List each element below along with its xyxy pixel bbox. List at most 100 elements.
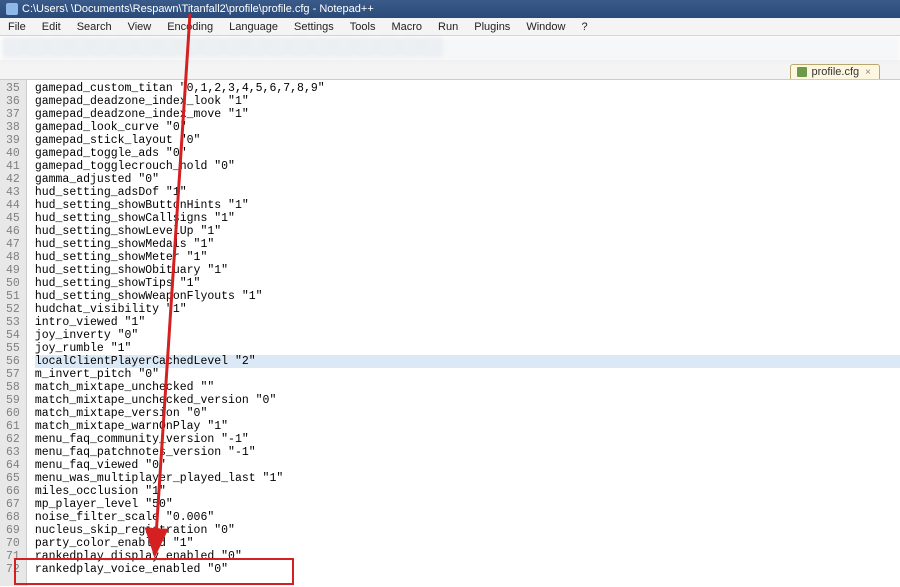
line-number: 44 bbox=[6, 199, 20, 212]
toolbar-button[interactable] bbox=[48, 38, 68, 56]
toolbar-button[interactable] bbox=[92, 38, 112, 56]
line-number: 43 bbox=[6, 186, 20, 199]
code-line[interactable]: gamepad_look_curve "0" bbox=[35, 121, 900, 134]
toolbar-button[interactable] bbox=[70, 38, 90, 56]
toolbar-button[interactable] bbox=[26, 38, 46, 56]
code-line[interactable]: hud_setting_showLevelUp "1" bbox=[35, 225, 900, 238]
menu-help[interactable]: ? bbox=[573, 18, 595, 35]
app-icon bbox=[6, 3, 18, 15]
menu-settings[interactable]: Settings bbox=[286, 18, 342, 35]
code-line[interactable]: nucleus_skip_registration "0" bbox=[35, 524, 900, 537]
line-number: 36 bbox=[6, 95, 20, 108]
menu-tools[interactable]: Tools bbox=[342, 18, 384, 35]
line-number: 47 bbox=[6, 238, 20, 251]
line-number: 65 bbox=[6, 472, 20, 485]
code-line[interactable]: gamepad_stick_layout "0" bbox=[35, 134, 900, 147]
menu-language[interactable]: Language bbox=[221, 18, 286, 35]
code-line[interactable]: hud_setting_showCallsigns "1" bbox=[35, 212, 900, 225]
code-line[interactable]: gamepad_deadzone_index_move "1" bbox=[35, 108, 900, 121]
code-line[interactable]: hud_setting_showMedals "1" bbox=[35, 238, 900, 251]
line-number: 39 bbox=[6, 134, 20, 147]
toolbar-button[interactable] bbox=[334, 38, 354, 56]
menu-file[interactable]: File bbox=[0, 18, 34, 35]
toolbar-button[interactable] bbox=[268, 38, 288, 56]
code-line[interactable]: gamepad_toggle_ads "0" bbox=[35, 147, 900, 160]
menu-encoding[interactable]: Encoding bbox=[159, 18, 221, 35]
toolbar-button[interactable] bbox=[202, 38, 222, 56]
line-number: 67 bbox=[6, 498, 20, 511]
line-number: 37 bbox=[6, 108, 20, 121]
close-icon[interactable]: × bbox=[863, 67, 873, 78]
code-line[interactable]: m_invert_pitch "0" bbox=[35, 368, 900, 381]
code-line[interactable]: gamma_adjusted "0" bbox=[35, 173, 900, 186]
menu-bar: File Edit Search View Encoding Language … bbox=[0, 18, 900, 36]
line-number: 71 bbox=[6, 550, 20, 563]
toolbar-button[interactable] bbox=[180, 38, 200, 56]
line-number: 54 bbox=[6, 329, 20, 342]
line-number: 72 bbox=[6, 563, 20, 576]
toolbar-button[interactable] bbox=[378, 38, 398, 56]
toolbar-button[interactable] bbox=[290, 38, 310, 56]
code-content[interactable]: gamepad_custom_titan "0,1,2,3,4,5,6,7,8,… bbox=[27, 80, 900, 586]
code-line[interactable]: match_mixtape_version "0" bbox=[35, 407, 900, 420]
code-line[interactable]: menu_faq_community_version "-1" bbox=[35, 433, 900, 446]
toolbar-button[interactable] bbox=[246, 38, 266, 56]
code-line[interactable]: joy_rumble "1" bbox=[35, 342, 900, 355]
code-line[interactable]: menu_faq_patchnotes_version "-1" bbox=[35, 446, 900, 459]
code-line[interactable]: miles_occlusion "1" bbox=[35, 485, 900, 498]
code-line[interactable]: intro_viewed "1" bbox=[35, 316, 900, 329]
code-line[interactable]: gamepad_togglecrouch_hold "0" bbox=[35, 160, 900, 173]
code-line[interactable]: hudchat_visibility "1" bbox=[35, 303, 900, 316]
code-line[interactable]: hud_setting_adsDof "1" bbox=[35, 186, 900, 199]
menu-plugins[interactable]: Plugins bbox=[466, 18, 518, 35]
code-line[interactable]: hud_setting_showWeaponFlyouts "1" bbox=[35, 290, 900, 303]
menu-run[interactable]: Run bbox=[430, 18, 466, 35]
line-number: 40 bbox=[6, 147, 20, 160]
line-number: 51 bbox=[6, 290, 20, 303]
title-bar: C:\Users\ \Documents\Respawn\Titanfall2\… bbox=[0, 0, 900, 18]
toolbar-button[interactable] bbox=[400, 38, 420, 56]
menu-edit[interactable]: Edit bbox=[34, 18, 69, 35]
toolbar-button[interactable] bbox=[4, 38, 24, 56]
code-line[interactable]: rankedplay_display_enabled "0" bbox=[35, 550, 900, 563]
code-line[interactable]: hud_setting_showMeter "1" bbox=[35, 251, 900, 264]
toolbar-button[interactable] bbox=[422, 38, 442, 56]
toolbar-button[interactable] bbox=[312, 38, 332, 56]
line-number: 49 bbox=[6, 264, 20, 277]
toolbar-button[interactable] bbox=[158, 38, 178, 56]
editor-area[interactable]: 3536373839404142434445464748495051525354… bbox=[0, 80, 900, 586]
code-line[interactable]: hud_setting_showButtonHints "1" bbox=[35, 199, 900, 212]
code-line[interactable]: menu_faq_viewed "0" bbox=[35, 459, 900, 472]
code-line[interactable]: noise_filter_scale "0.006" bbox=[35, 511, 900, 524]
code-line[interactable]: gamepad_deadzone_index_look "1" bbox=[35, 95, 900, 108]
menu-search[interactable]: Search bbox=[69, 18, 120, 35]
menu-macro[interactable]: Macro bbox=[383, 18, 430, 35]
tab-profile-cfg[interactable]: profile.cfg × bbox=[790, 64, 880, 79]
code-line[interactable]: match_mixtape_unchecked "" bbox=[35, 381, 900, 394]
code-line[interactable]: mp_player_level "50" bbox=[35, 498, 900, 511]
window-title: C:\Users\ \Documents\Respawn\Titanfall2\… bbox=[22, 0, 374, 18]
line-number: 69 bbox=[6, 524, 20, 537]
tab-bar: profile.cfg × bbox=[0, 60, 900, 80]
line-number: 35 bbox=[6, 82, 20, 95]
menu-window[interactable]: Window bbox=[518, 18, 573, 35]
code-line[interactable]: hud_setting_showObituary "1" bbox=[35, 264, 900, 277]
toolbar-button[interactable] bbox=[114, 38, 134, 56]
line-number: 41 bbox=[6, 160, 20, 173]
code-line[interactable]: rankedplay_voice_enabled "0" bbox=[35, 563, 900, 576]
code-line[interactable]: localClientPlayerCachedLevel "2" bbox=[35, 355, 900, 368]
line-number: 56 bbox=[6, 355, 20, 368]
toolbar-button[interactable] bbox=[136, 38, 156, 56]
code-line[interactable]: match_mixtape_unchecked_version "0" bbox=[35, 394, 900, 407]
code-line[interactable]: menu_was_multiplayer_played_last "1" bbox=[35, 472, 900, 485]
code-line[interactable]: gamepad_custom_titan "0,1,2,3,4,5,6,7,8,… bbox=[35, 82, 900, 95]
code-line[interactable]: joy_inverty "0" bbox=[35, 329, 900, 342]
menu-view[interactable]: View bbox=[120, 18, 160, 35]
code-line[interactable]: match_mixtape_warnOnPlay "1" bbox=[35, 420, 900, 433]
line-number-gutter: 3536373839404142434445464748495051525354… bbox=[0, 80, 27, 586]
code-line[interactable]: party_color_enabled "1" bbox=[35, 537, 900, 550]
toolbar-button[interactable] bbox=[224, 38, 244, 56]
line-number: 61 bbox=[6, 420, 20, 433]
toolbar-button[interactable] bbox=[356, 38, 376, 56]
code-line[interactable]: hud_setting_showTips "1" bbox=[35, 277, 900, 290]
